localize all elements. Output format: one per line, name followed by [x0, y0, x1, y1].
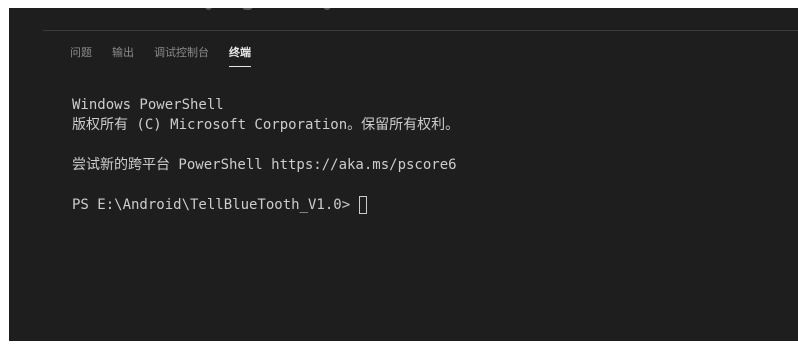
terminal-output[interactable]: Windows PowerShell 版权所有 (C) Microsoft Co… — [72, 95, 788, 215]
terminal-prompt-line[interactable]: PS E:\Android\TellBlueTooth_V1.0> — [72, 195, 788, 215]
cut-off-editor-text — [242, 8, 253, 10]
terminal-line: 尝试新的跨平台 PowerShell https://aka.ms/pscore… — [72, 157, 457, 173]
cut-off-editor-text — [323, 8, 331, 10]
vscode-panel-window: 问题 输出 调试控制台 终端 Windows PowerShell 版权所有 (… — [9, 8, 798, 341]
panel-divider — [43, 30, 798, 31]
terminal-prompt: PS E:\Android\TellBlueTooth_V1.0> — [72, 197, 351, 213]
cut-off-editor-text — [205, 8, 212, 10]
terminal-line: Windows PowerShell — [72, 97, 224, 113]
terminal-line: 版权所有 (C) Microsoft Corporation。保留所有权利。 — [72, 117, 460, 133]
tab-output[interactable]: 输出 — [112, 46, 134, 66]
terminal-cursor — [359, 196, 368, 214]
tab-problems[interactable]: 问题 — [70, 46, 92, 66]
panel-tab-bar: 问题 输出 调试控制台 终端 — [70, 46, 251, 78]
tab-debug-console[interactable]: 调试控制台 — [154, 46, 209, 66]
tab-terminal[interactable]: 终端 — [229, 46, 251, 67]
editor-area-remnant — [9, 8, 798, 30]
